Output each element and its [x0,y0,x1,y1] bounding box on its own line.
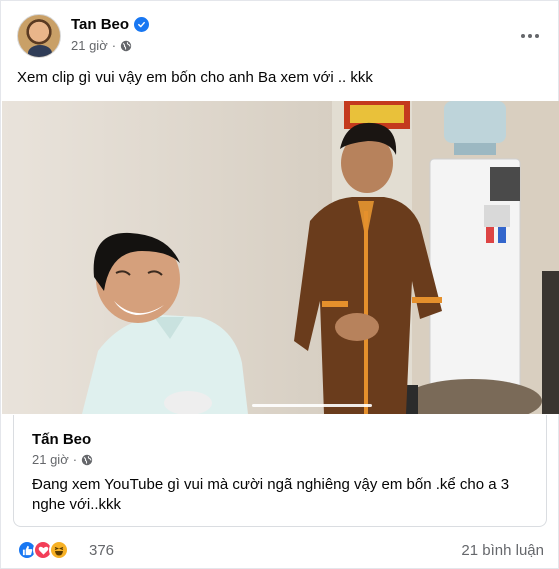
more-options-button[interactable] [516,22,544,50]
more-horizontal-icon-dot [528,34,532,38]
shared-post-message: Đang xem YouTube gì vui mà cười ngã nghi… [32,476,510,513]
globe-icon [81,454,93,465]
post-photo[interactable] [2,101,559,414]
reaction-icons[interactable] [17,540,69,560]
author-name[interactable]: Tan Beo [71,16,129,33]
shared-post-meta: 21 giờ · [32,452,93,467]
globe-icon [120,40,132,51]
more-horizontal-icon-dot [521,34,525,38]
post-header: Tan Beo 21 giờ · [17,14,544,60]
shared-post-time[interactable]: 21 giờ [32,452,69,467]
post-time[interactable]: 21 giờ [71,38,108,53]
photo-illustration [2,101,559,414]
post-meta: 21 giờ · [71,38,132,53]
author-avatar[interactable] [17,14,61,58]
haha-icon [49,540,69,560]
more-horizontal-icon-dot [535,34,539,38]
post-card: Tan Beo 21 giờ · Xem clip gì vui vậy em … [0,0,559,569]
comment-count[interactable]: 21 bình luận [461,542,544,559]
reaction-count[interactable]: 376 [89,542,114,559]
meta-separator: · [111,38,117,53]
shared-author-name[interactable]: Tấn Beo [32,431,91,448]
author-name-row: Tan Beo [71,16,150,33]
shared-post-card[interactable]: Tấn Beo 21 giờ · Đang xem YouTube gì vui… [13,415,547,527]
verified-badge-icon [134,17,150,32]
post-message: Xem clip gì vui vậy em bốn cho anh Ba xe… [17,69,373,86]
meta-separator: · [72,452,78,467]
post-footer: 376 21 bình luận [17,539,544,563]
